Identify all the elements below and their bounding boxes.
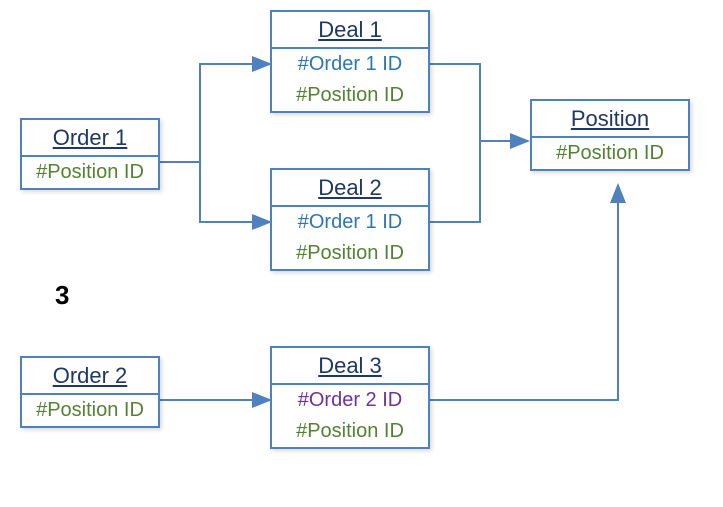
box-order-1: Order 1 #Position ID [20,118,160,190]
box-title: Order 1 [22,120,158,155]
field-order-id: #Order 1 ID [272,207,428,238]
box-title: Deal 1 [272,12,428,47]
field-position-id: #Position ID [532,138,688,169]
box-order-2: Order 2 #Position ID [20,356,160,428]
box-deal-2: Deal 2 #Order 1 ID #Position ID [270,168,430,271]
stray-label-3: 3 [55,280,69,311]
field-position-id: #Position ID [272,238,428,269]
field-position-id: #Position ID [22,157,158,188]
field-order-id: #Order 1 ID [272,49,428,80]
field-order-id: #Order 2 ID [272,385,428,416]
box-title: Order 2 [22,358,158,393]
diagram-canvas: Order 1 #Position ID Deal 1 #Order 1 ID … [0,0,723,507]
field-position-id: #Position ID [272,416,428,447]
box-deal-1: Deal 1 #Order 1 ID #Position ID [270,10,430,113]
box-position: Position #Position ID [530,99,690,171]
field-position-id: #Position ID [272,80,428,111]
box-title: Position [532,101,688,136]
box-deal-3: Deal 3 #Order 2 ID #Position ID [270,346,430,449]
box-title: Deal 3 [272,348,428,383]
field-position-id: #Position ID [22,395,158,426]
box-title: Deal 2 [272,170,428,205]
